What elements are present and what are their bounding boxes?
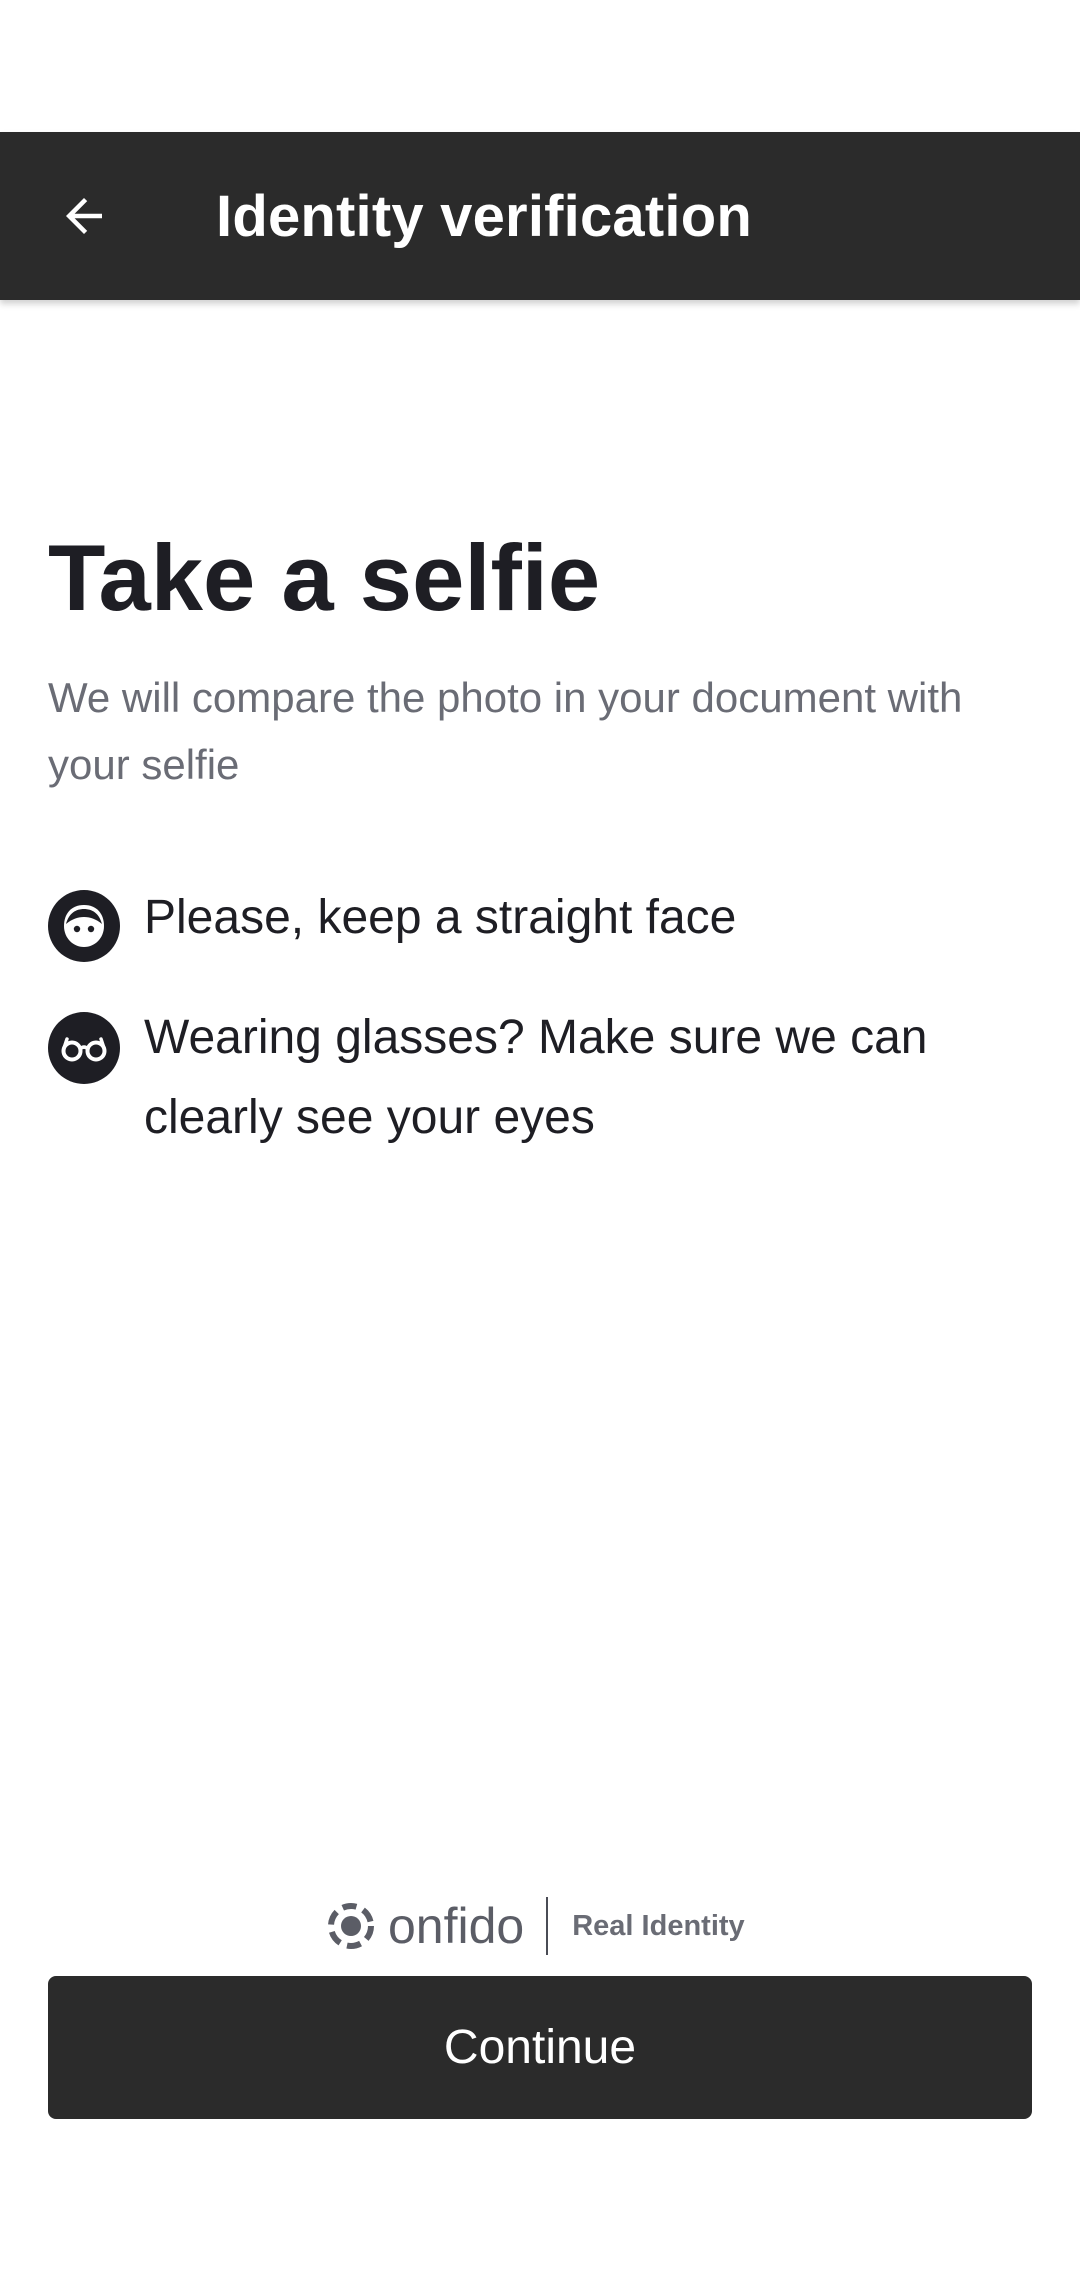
glasses-icon [48, 1012, 120, 1084]
onfido-logo-icon [328, 1903, 374, 1949]
onfido-brand: onfido Real Identity [328, 1896, 745, 1956]
app-bar-title: Identity verification [216, 184, 752, 249]
page-subtitle: We will compare the photo in your docume… [48, 674, 963, 788]
back-button[interactable] [34, 172, 134, 260]
status-bar [0, 0, 1080, 132]
instruction-text-glasses: Wearing glasses? Make sure we can clearl… [144, 1011, 928, 1144]
brand-divider [546, 1897, 549, 1955]
face-icon [48, 890, 120, 962]
page-headline: Take a selfie [48, 525, 601, 630]
arrow-left-icon [66, 198, 102, 234]
brand-tagline: Real Identity [572, 1909, 745, 1942]
continue-button[interactable]: Continue [48, 1976, 1032, 2119]
instruction-text-face: Please, keep a straight face [144, 891, 737, 944]
app-bar: Identity verification [0, 132, 1080, 300]
brand-name: onfido [388, 1898, 525, 1954]
